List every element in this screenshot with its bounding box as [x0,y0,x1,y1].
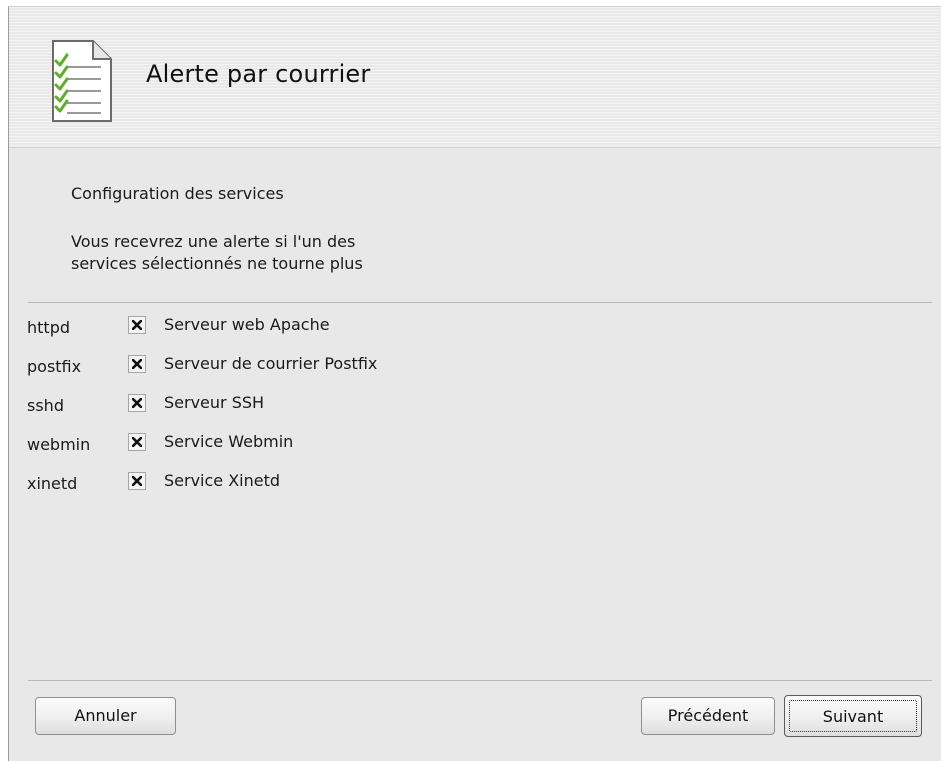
service-checkbox-sshd[interactable] [128,394,146,412]
service-label[interactable]: Service Webmin [164,432,293,451]
divider [28,680,932,681]
service-checkbox-httpd[interactable] [128,316,146,334]
description-line: Vous recevrez une alerte si l'un des [71,232,356,251]
service-checkbox-xinetd[interactable] [128,472,146,490]
wizard-title: Alerte par courrier [146,60,371,88]
section-heading: Configuration des services [71,184,284,203]
service-name: sshd [27,396,64,415]
wizard-header: Alerte par courrier [9,7,941,148]
description-line: services sélectionnés ne tourne plus [71,254,363,273]
previous-button[interactable]: Précédent [641,697,775,735]
service-label[interactable]: Service Xinetd [164,471,280,490]
section-description: Vous recevrez une alerte si l'un des ser… [71,231,363,275]
wizard-window: Alerte par courrier Configuration des se… [8,6,941,761]
service-checkbox-webmin[interactable] [128,433,146,451]
service-name: httpd [27,318,70,337]
service-label[interactable]: Serveur SSH [164,393,264,412]
service-row-xinetd: xinetd Service Xinetd [9,466,909,496]
checkbox-x-icon [132,359,142,369]
service-row-httpd: httpd Serveur web Apache [9,310,909,340]
checkbox-x-icon [132,320,142,330]
service-name: xinetd [27,474,78,493]
checkbox-x-icon [132,437,142,447]
service-checkbox-postfix[interactable] [128,355,146,373]
service-name: postfix [27,357,82,376]
service-label[interactable]: Serveur de courrier Postfix [164,354,377,373]
next-button-label: Suivant [789,700,917,732]
service-label[interactable]: Serveur web Apache [164,315,330,334]
checkbox-x-icon [132,476,142,486]
service-row-postfix: postfix Serveur de courrier Postfix [9,349,909,379]
checklist-document-icon [45,39,115,123]
cancel-button[interactable]: Annuler [35,697,176,735]
divider [28,302,932,303]
service-row-sshd: sshd Serveur SSH [9,388,909,418]
service-name: webmin [27,435,91,454]
checkbox-x-icon [132,398,142,408]
next-button[interactable]: Suivant [784,695,922,737]
service-row-webmin: webmin Service Webmin [9,427,909,457]
